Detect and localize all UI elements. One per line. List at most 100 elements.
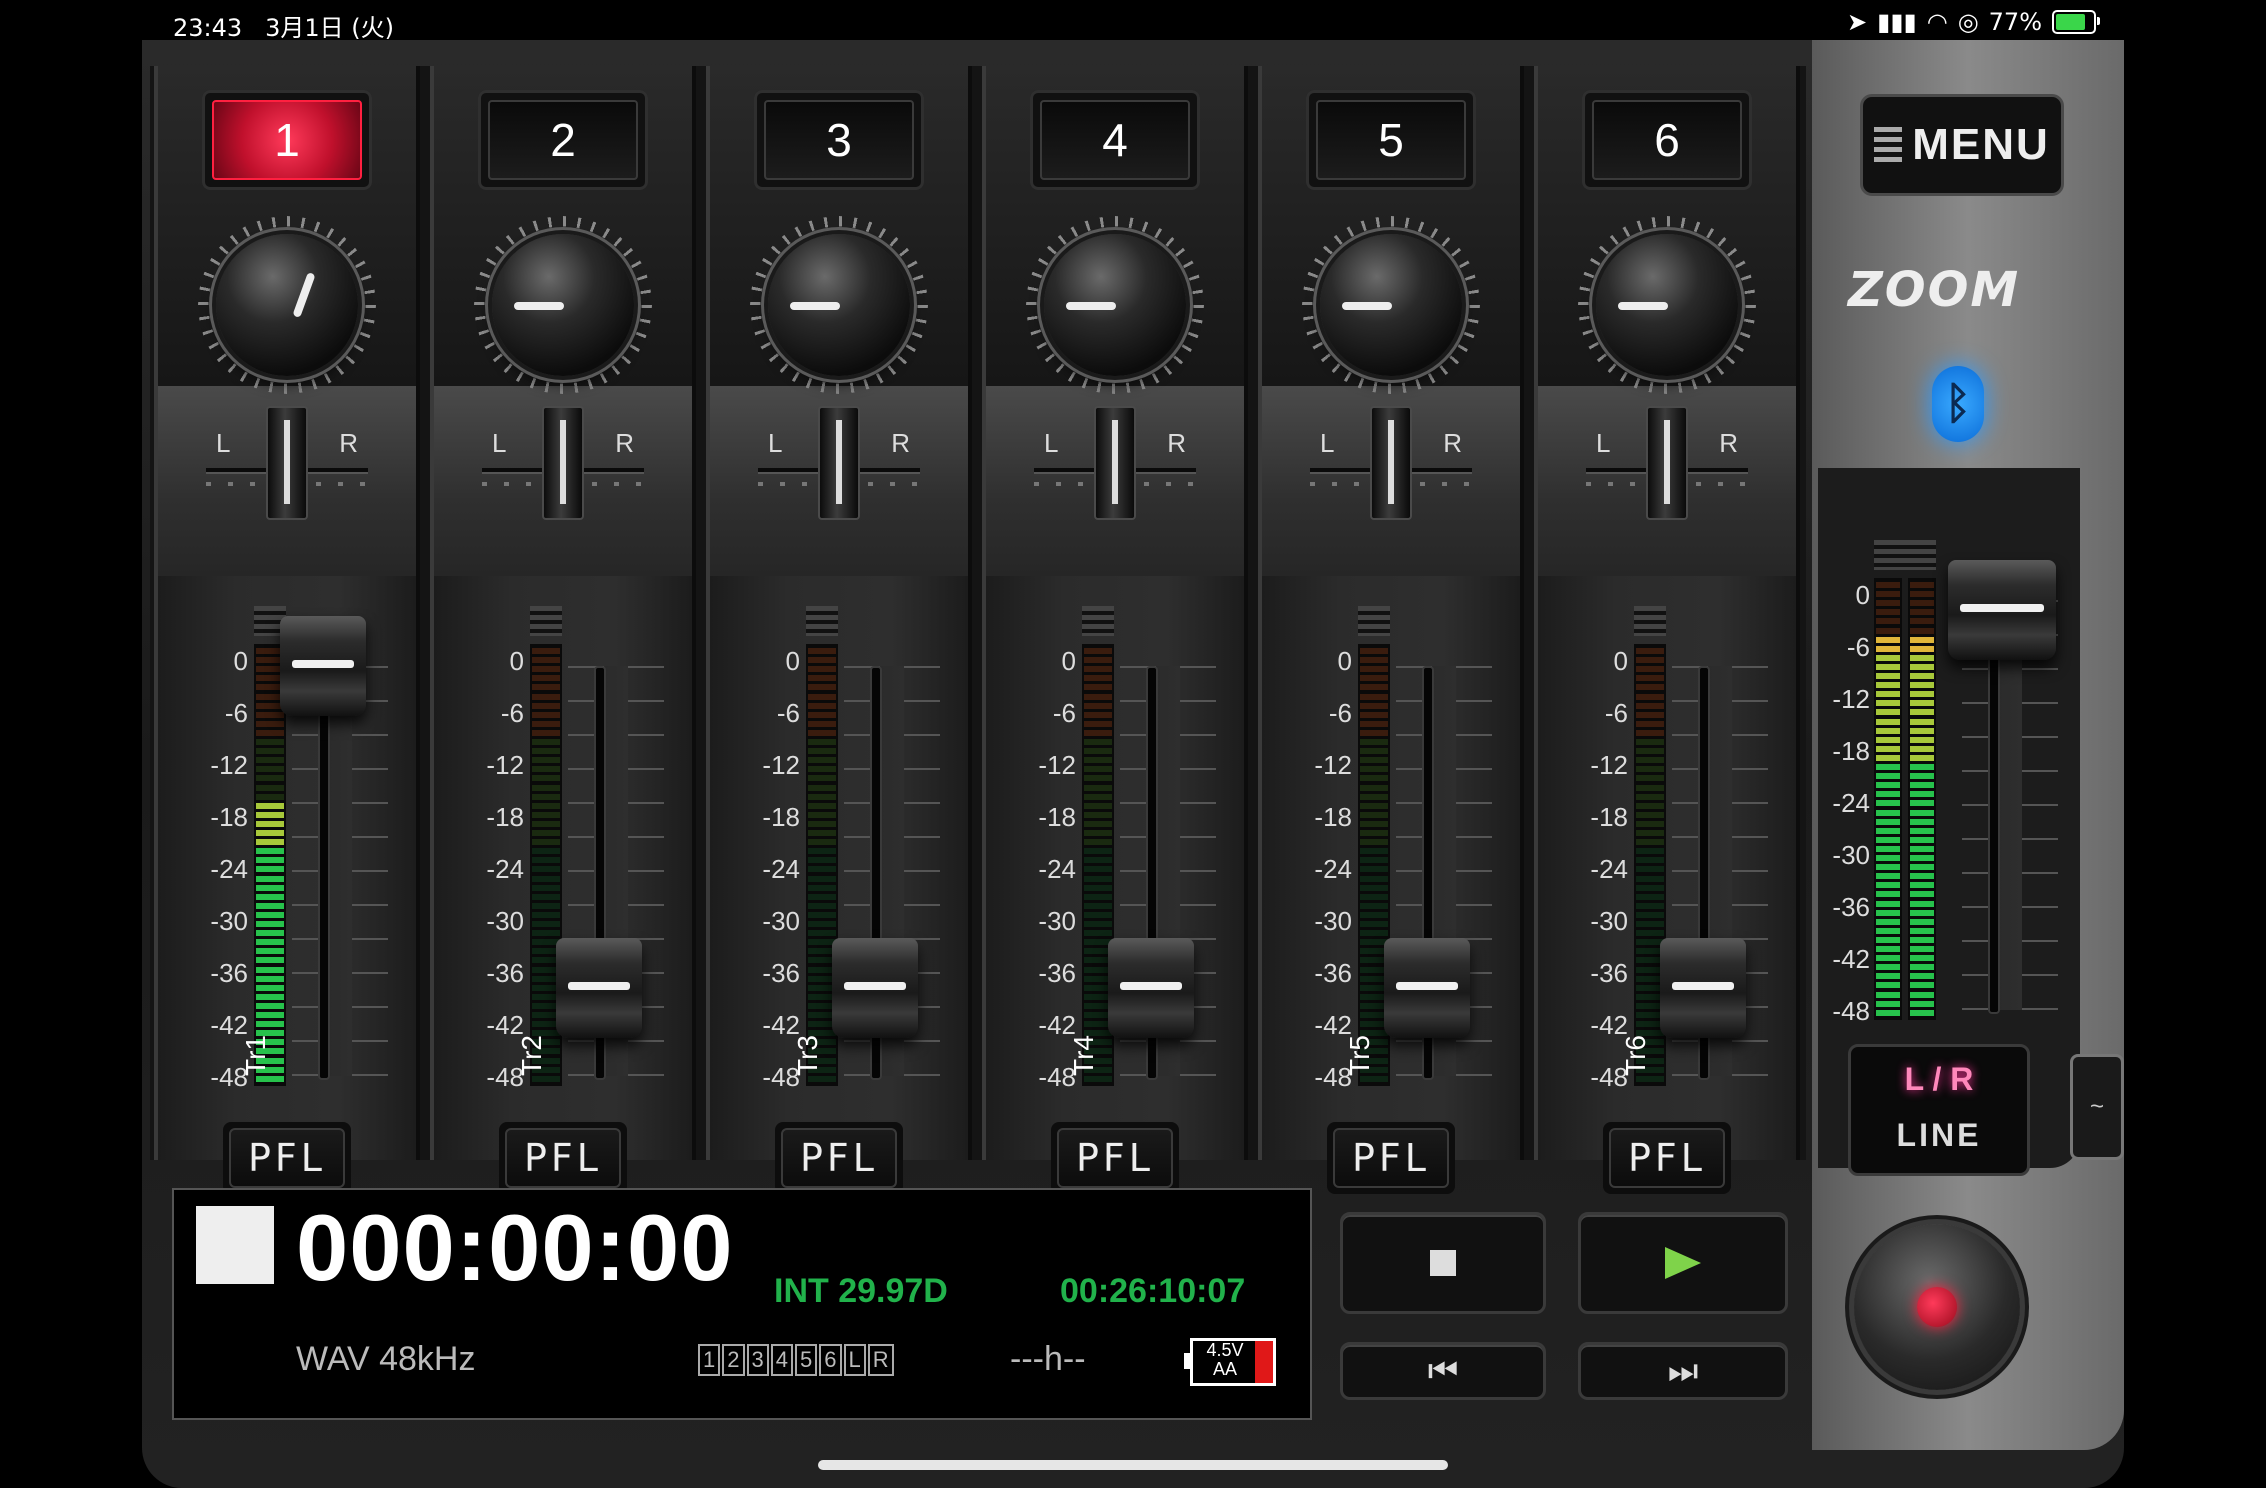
track-indicator: 1: [698, 1344, 721, 1376]
battery-voltage: 4.5V: [1206, 1340, 1244, 1360]
scale-label: -42: [1832, 944, 1870, 974]
gain-knob[interactable]: [1578, 216, 1756, 394]
scale-label: -6: [1328, 698, 1352, 728]
volume-fader[interactable]: [280, 616, 366, 716]
channel-strip-3: 3 L R 0 -6 -12 -18 -24 -30 -36 -42 -48 Tr3 PFL: [706, 66, 972, 1194]
home-indicator[interactable]: [818, 1460, 1448, 1470]
time-counter: 000:00:00: [296, 1195, 734, 1300]
track-indicator: R: [867, 1344, 894, 1376]
channel-select-button[interactable]: 3: [764, 100, 914, 180]
volume-fader[interactable]: [1108, 938, 1194, 1038]
scale-label: -30: [1038, 906, 1076, 936]
pfl-button[interactable]: PFL: [505, 1128, 621, 1188]
scale-label: -6: [776, 698, 800, 728]
gain-knob[interactable]: [1026, 216, 1204, 394]
scale-label: -12: [1590, 750, 1628, 780]
scale-label: -6: [500, 698, 524, 728]
scale-label: -24: [1832, 788, 1870, 818]
remaining-time: ---h--: [1010, 1340, 1086, 1378]
pan-slider[interactable]: [266, 406, 308, 520]
recorder-display: 000:00:00 INT 29.97D 00:26:10:07 WAV 48k…: [172, 1188, 1312, 1420]
scale-label: -12: [762, 750, 800, 780]
scale-label: -30: [1590, 906, 1628, 936]
scale-label: -30: [762, 906, 800, 936]
channel-select-button[interactable]: 2: [488, 100, 638, 180]
scale-label: -30: [210, 906, 248, 936]
track-indicator: 5: [795, 1344, 818, 1376]
pan-slider[interactable]: [1370, 406, 1412, 520]
track-name: Tr2: [516, 1035, 547, 1076]
battery-type: AA: [1212, 1359, 1237, 1379]
track-indicator: 6: [819, 1344, 842, 1376]
volume-fader[interactable]: [1384, 938, 1470, 1038]
channel-strip-4: 4 L R 0 -6 -12 -18 -24 -30 -36 -42 -48 Tr4 PFL: [982, 66, 1248, 1194]
gain-knob[interactable]: [198, 216, 376, 394]
pan-right-label: R: [891, 428, 910, 458]
skip-back-icon: ⏮: [1427, 1351, 1459, 1391]
channel-strip-1: 1 L R 0 -6 -12 -18 -24 -30 -36 -42 -48 Tr1 PFL: [154, 66, 420, 1194]
track-name: Tr1: [240, 1035, 271, 1076]
record-button[interactable]: [1854, 1224, 2020, 1390]
scale-label: -24: [1590, 854, 1628, 884]
scale-label: -48: [1832, 996, 1870, 1026]
pfl-button[interactable]: PFL: [1057, 1128, 1173, 1188]
gain-knob[interactable]: [1302, 216, 1480, 394]
pan-right-label: R: [1167, 428, 1186, 458]
scale-label: -24: [210, 854, 248, 884]
scale-label: -30: [1314, 906, 1352, 936]
scale-label: -24: [762, 854, 800, 884]
scale-label: -24: [1038, 854, 1076, 884]
pan-right-label: R: [615, 428, 634, 458]
rewind-button[interactable]: ⏮: [1340, 1342, 1546, 1400]
play-icon: [1665, 1247, 1701, 1279]
pfl-button[interactable]: PFL: [781, 1128, 897, 1188]
pfl-button[interactable]: PFL: [1609, 1128, 1725, 1188]
scale-label: 0: [785, 646, 800, 676]
pan-slider[interactable]: [818, 406, 860, 520]
channel-strip-6: 6 L R 0 -6 -12 -18 -24 -30 -36 -42 -48 Tr6 PFL: [1534, 66, 1800, 1194]
peak-indicator: [1358, 606, 1390, 636]
track-name: Tr4: [1068, 1035, 1099, 1076]
channel-select-button[interactable]: 4: [1040, 100, 1190, 180]
pan-slider[interactable]: [542, 406, 584, 520]
level-meter-left: [1874, 578, 1902, 1020]
volume-fader[interactable]: [1660, 938, 1746, 1038]
pfl-button[interactable]: PFL: [229, 1128, 345, 1188]
scale-label: 0: [1337, 646, 1352, 676]
scale-label: -18: [1038, 802, 1076, 832]
play-button[interactable]: [1578, 1212, 1788, 1314]
channel-strip-2: 2 L R 0 -6 -12 -18 -24 -30 -36 -42 -48 Tr2 PFL: [430, 66, 696, 1194]
volume-fader[interactable]: [556, 938, 642, 1038]
track-name: Tr3: [792, 1035, 823, 1076]
pfl-button[interactable]: PFL: [1333, 1128, 1449, 1188]
scale-label: -18: [1314, 802, 1352, 832]
timecode: 00:26:10:07: [1060, 1272, 1246, 1310]
status-time: 23:43 3月1日 (火): [173, 14, 394, 42]
channel-select-button[interactable]: 6: [1592, 100, 1742, 180]
scale-label: 0: [233, 646, 248, 676]
frame-rate: INT 29.97D: [774, 1272, 948, 1310]
scale-label: -36: [762, 958, 800, 988]
scale-label: -24: [486, 854, 524, 884]
track-indicators: 123456LR: [698, 1344, 894, 1376]
pan-slider[interactable]: [1646, 406, 1688, 520]
stop-button[interactable]: [1340, 1212, 1546, 1314]
scale-label: -18: [486, 802, 524, 832]
peak-indicator: [1082, 606, 1114, 636]
gain-knob[interactable]: [474, 216, 652, 394]
master-fader[interactable]: [1948, 560, 2056, 660]
scale-label: -24: [1314, 854, 1352, 884]
gain-knob[interactable]: [750, 216, 928, 394]
scale-label: -18: [1832, 736, 1870, 766]
scale-label: -6: [1052, 698, 1076, 728]
pan-slider[interactable]: [1094, 406, 1136, 520]
record-status-icon: [196, 1206, 274, 1284]
channel-select-button[interactable]: 5: [1316, 100, 1466, 180]
stop-icon: [1430, 1250, 1456, 1276]
channel-select-button[interactable]: 1: [212, 100, 362, 180]
track-name: Tr6: [1620, 1035, 1651, 1076]
scale-label: -36: [1038, 958, 1076, 988]
volume-fader[interactable]: [832, 938, 918, 1038]
forward-button[interactable]: ⏭: [1578, 1342, 1788, 1400]
track-name: Tr5: [1344, 1035, 1375, 1076]
